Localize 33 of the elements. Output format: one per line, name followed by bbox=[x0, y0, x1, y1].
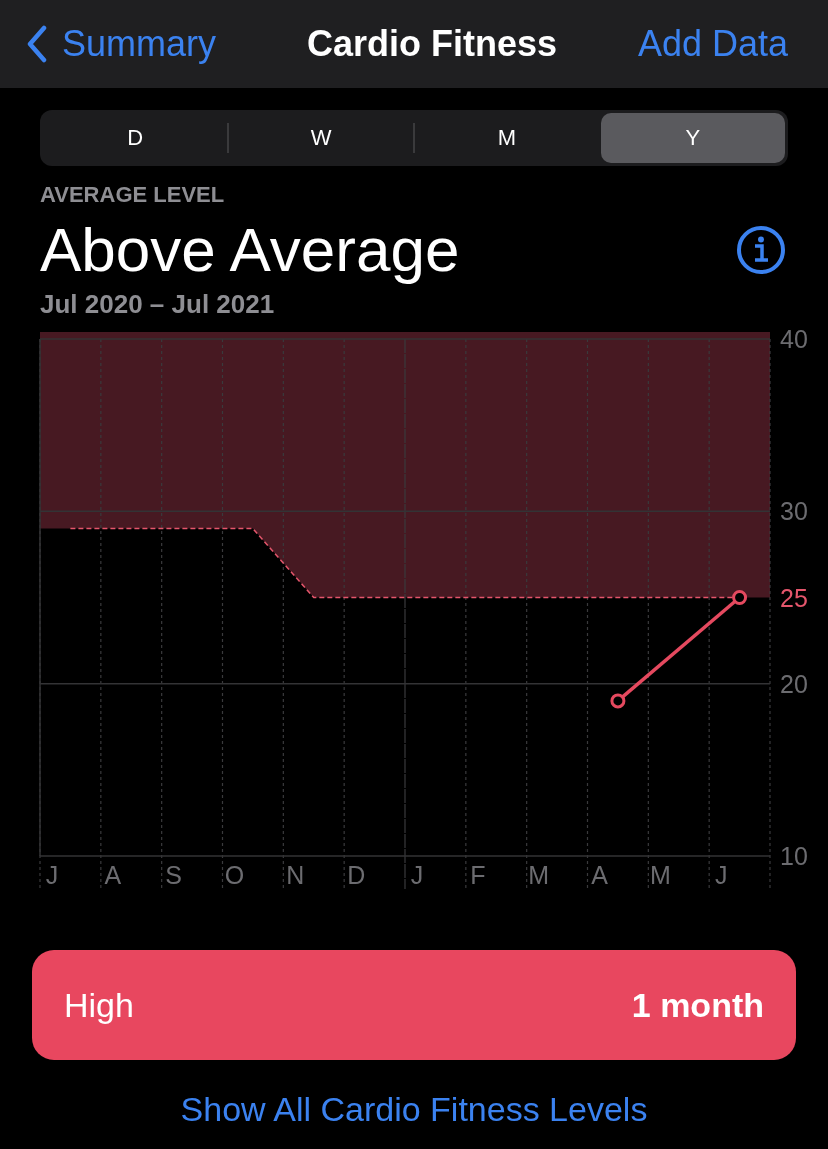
x-axis-label: J bbox=[45, 861, 59, 889]
date-range: Jul 2020 – Jul 2021 bbox=[40, 289, 276, 320]
x-axis-label: O bbox=[224, 861, 245, 889]
x-axis-label: D bbox=[347, 861, 366, 889]
segment-tab[interactable]: Y bbox=[600, 113, 785, 163]
x-axis-label: A bbox=[104, 861, 122, 889]
x-axis-label: F bbox=[470, 861, 486, 889]
x-axis-label: M bbox=[528, 861, 550, 889]
level-heading: Above Average bbox=[40, 214, 460, 285]
y-axis-label: 20 bbox=[780, 669, 808, 698]
y-axis-label: 25 bbox=[780, 583, 808, 612]
level-card[interactable]: High 1 month bbox=[32, 950, 796, 1060]
show-all-levels-link[interactable]: Show All Cardio Fitness Levels bbox=[0, 1090, 828, 1129]
segment-tab[interactable]: D bbox=[43, 113, 228, 163]
x-axis-label: M bbox=[649, 861, 671, 889]
chevron-left-icon bbox=[26, 25, 48, 63]
add-data-button[interactable]: Add Data bbox=[637, 23, 788, 65]
y-axis-label: 40 bbox=[780, 325, 808, 353]
y-axis-label: 30 bbox=[780, 497, 808, 526]
back-button[interactable]: Summary bbox=[26, 23, 217, 65]
duration-value: 1 month bbox=[631, 985, 764, 1025]
segment-tab[interactable]: W bbox=[228, 113, 414, 163]
x-axis-label: J bbox=[714, 861, 728, 889]
section-caption: AVERAGE LEVEL bbox=[40, 182, 226, 208]
x-axis-label: J bbox=[410, 861, 424, 889]
info-icon[interactable] bbox=[736, 224, 786, 275]
x-axis-label: A bbox=[591, 861, 608, 889]
y-axis-label: 10 bbox=[780, 842, 808, 870]
x-axis-label: N bbox=[286, 861, 305, 889]
x-axis-label: S bbox=[165, 861, 182, 889]
level-label: High bbox=[64, 985, 134, 1025]
screen-title: Cardio Fitness bbox=[305, 23, 558, 65]
segment-tab[interactable]: M bbox=[414, 113, 600, 163]
